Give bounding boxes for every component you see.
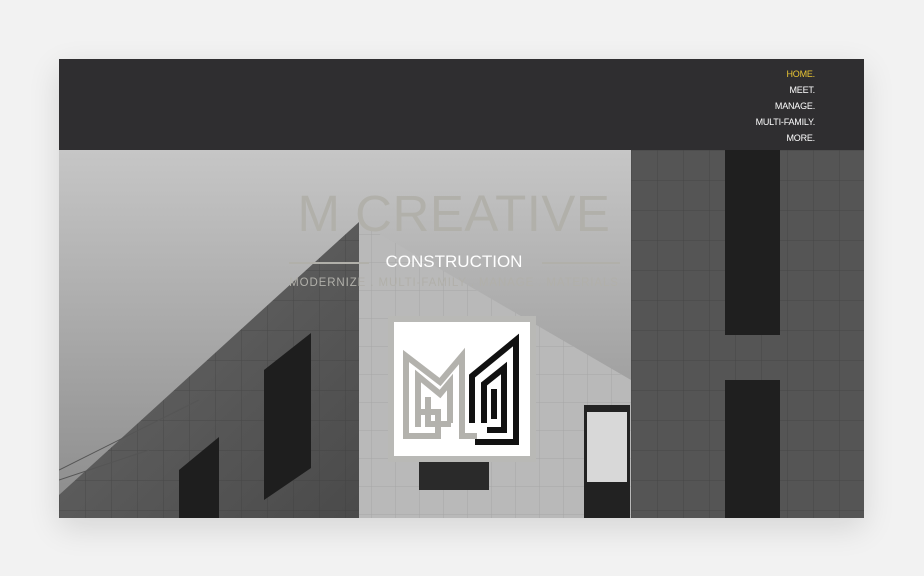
nav-more[interactable]: MORE. — [786, 130, 815, 146]
nav-multi-family[interactable]: MULTI-FAMILY. — [756, 114, 816, 130]
nav-home[interactable]: HOME. — [786, 66, 815, 82]
site-tagline: MODERNIZE . MULTI-FAMILY . MANAGE . MATE… — [289, 277, 619, 289]
nav-meet[interactable]: MEET. — [789, 82, 815, 98]
mc-monogram-logo-icon[interactable] — [388, 316, 536, 462]
header-bar: HOME. MEET. MANAGE. MULTI-FAMILY. MORE. — [59, 59, 864, 150]
subtitle-rule-left — [289, 262, 369, 264]
site-subtitle: CONSTRUCTION — [385, 252, 523, 271]
subtitle-rule-right — [542, 262, 620, 264]
site-title: M CREATIVE — [297, 185, 611, 242]
hero-section: M CREATIVE CONSTRUCTION MODERNIZE . MULT… — [59, 150, 864, 518]
site-frame: HOME. MEET. MANAGE. MULTI-FAMILY. MORE. — [59, 59, 864, 518]
subtitle-row: CONSTRUCTION — [289, 252, 620, 272]
nav-manage[interactable]: MANAGE. — [775, 98, 815, 114]
main-nav: HOME. MEET. MANAGE. MULTI-FAMILY. MORE. — [756, 66, 816, 146]
